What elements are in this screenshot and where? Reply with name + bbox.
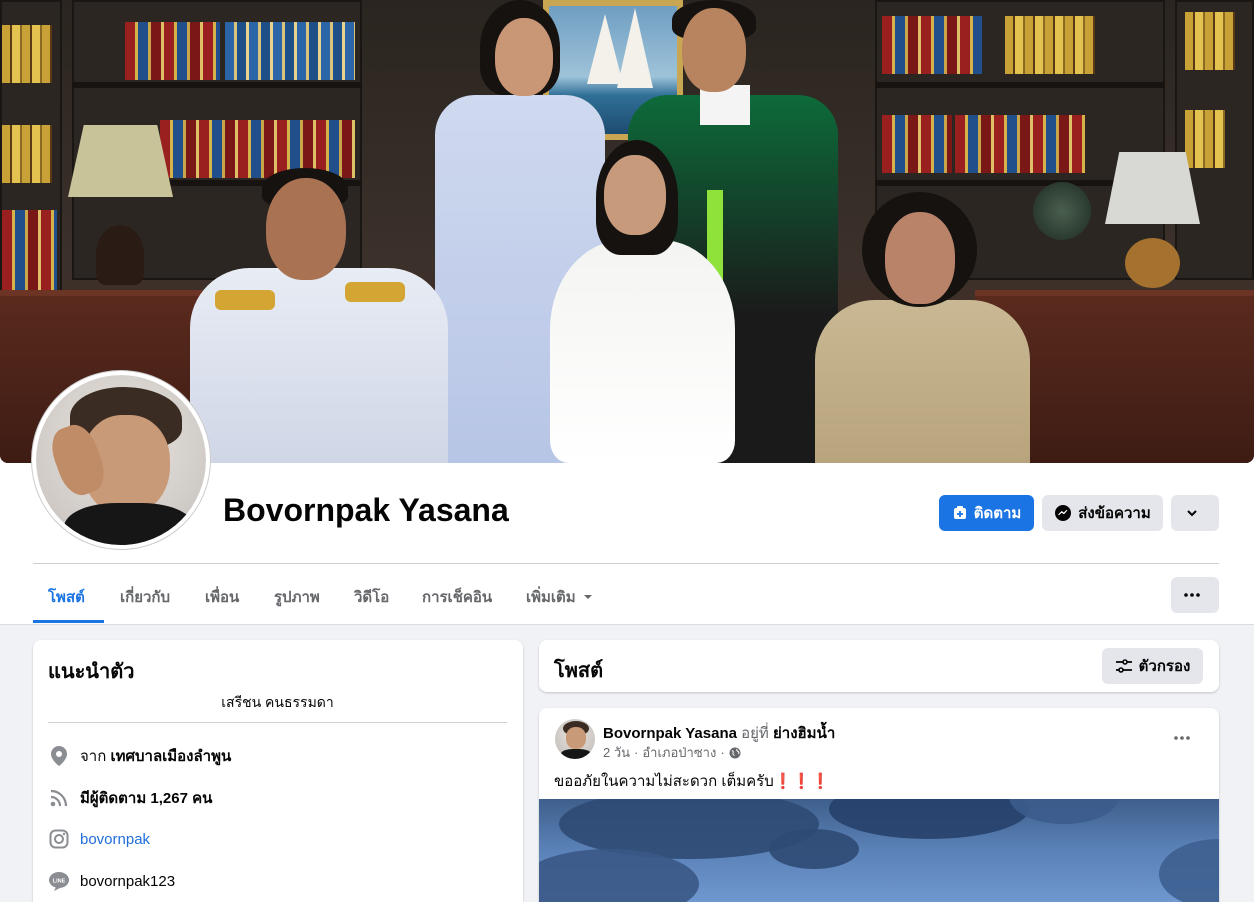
active-tab-indicator: [33, 620, 104, 623]
message-button[interactable]: ส่งข้อความ: [1042, 495, 1163, 531]
caret-down-icon: [583, 595, 592, 599]
post-location-link[interactable]: ย่างฮิมน้ำ: [773, 725, 835, 742]
filter-label: ตัวกรอง: [1138, 658, 1191, 675]
tab-more[interactable]: เพิ่มเติม: [526, 577, 594, 617]
messenger-icon: [1055, 505, 1072, 521]
follow-label: ติดตาม: [973, 505, 1022, 522]
filter-button[interactable]: ตัวกรอง: [1102, 648, 1203, 684]
svg-text:LINE: LINE: [53, 879, 66, 885]
filter-icon: [1115, 659, 1132, 673]
post-meta: 2 วัน · อำเภอป่าซาง ·: [603, 742, 741, 763]
post-place[interactable]: อำเภอป่าซาง: [642, 742, 716, 763]
public-globe-icon[interactable]: [729, 747, 741, 759]
posts-title: โพสต์: [554, 660, 604, 682]
tab-videos[interactable]: วิดีโอ: [354, 577, 389, 617]
intro-followers: มีผู้ติดตาม 1,267 คน: [48, 786, 212, 810]
globe: [1033, 182, 1091, 240]
tab-about[interactable]: เกี่ยวกับ: [120, 577, 170, 617]
tabs-more-button[interactable]: [1171, 577, 1219, 613]
location-pin-icon: [48, 745, 70, 767]
chevron-down-icon: [1187, 510, 1197, 517]
hometown-link[interactable]: เทศบาลเมืองลำพูน: [110, 744, 231, 768]
post-image[interactable]: [539, 799, 1219, 902]
post-options-button[interactable]: [1167, 723, 1203, 753]
intro-line: LINE bovornpak123: [48, 870, 175, 892]
intro-hometown: จาก เทศบาลเมืองลำพูน: [48, 744, 231, 768]
more-actions-button[interactable]: [1171, 495, 1219, 531]
tab-checkins[interactable]: การเช็คอิน: [422, 577, 492, 617]
lamp: [68, 125, 173, 197]
tab-posts[interactable]: โพสต์: [48, 577, 85, 617]
tab-photos[interactable]: รูปภาพ: [274, 577, 320, 617]
intro-divider: [48, 722, 507, 723]
intro-instagram: bovornpak: [48, 828, 150, 850]
lamp: [1105, 152, 1200, 224]
instagram-icon: [48, 828, 70, 850]
line-id: bovornpak123: [80, 872, 176, 890]
followers-count[interactable]: มีผู้ติดตาม 1,267 คน: [80, 786, 212, 810]
post-text: ขออภัยในความไม่สะดวก เต็มครับ❗❗❗: [554, 773, 830, 790]
post-time[interactable]: 2 วัน: [603, 742, 630, 763]
intro-title: แนะนำตัว: [48, 661, 135, 683]
cover-photo[interactable]: [0, 0, 1254, 463]
ellipsis-icon: [1174, 736, 1190, 740]
line-app-icon: LINE: [48, 870, 70, 892]
profile-header: Bovornpak Yasana ติดตาม ส่งข้อความ โพสต์…: [0, 0, 1254, 625]
profile-avatar[interactable]: [32, 371, 210, 549]
exclamation-emoji: ❗❗❗: [773, 773, 830, 790]
header-divider: [33, 563, 1219, 564]
rss-icon: [48, 787, 70, 809]
tab-friends[interactable]: เพื่อน: [205, 577, 239, 617]
post-author-avatar[interactable]: [555, 719, 595, 759]
message-label: ส่งข้อความ: [1078, 505, 1151, 522]
instagram-link[interactable]: bovornpak: [80, 831, 150, 848]
follow-button[interactable]: ติดตาม: [939, 495, 1034, 531]
follow-icon: [953, 506, 966, 519]
intro-bio: เสรีชน คนธรรมดา: [221, 694, 334, 710]
ellipsis-icon: [1184, 593, 1200, 597]
profile-name: Bovornpak Yasana: [223, 492, 509, 528]
post-author-name[interactable]: Bovornpak Yasana: [603, 725, 737, 742]
tab-more-label: เพิ่มเติม: [526, 589, 576, 606]
